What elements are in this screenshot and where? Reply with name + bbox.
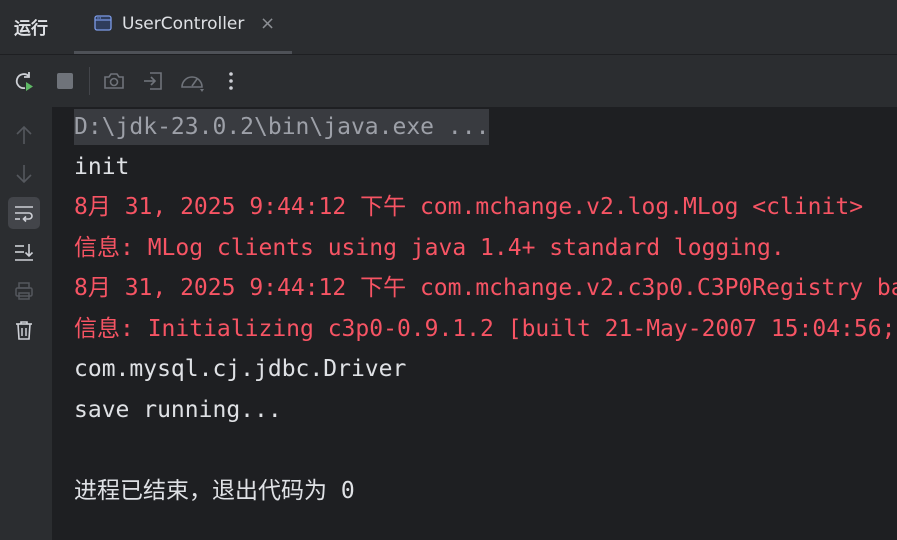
soft-wrap-icon[interactable] [8,197,40,229]
tab-selected-indicator [74,51,292,54]
close-icon[interactable]: × [260,13,275,34]
gauge-icon[interactable] [178,67,206,95]
arrow-down-icon[interactable] [8,158,40,190]
restore-layout-icon[interactable] [139,67,167,95]
print-icon[interactable] [8,275,40,307]
camera-icon[interactable] [100,67,128,95]
console-error-line: 信息: Initializing c3p0-0.9.1.2 [built 21-… [74,316,896,342]
console-command-line[interactable]: D:\jdk-23.0.2\bin\java.exe ... [74,109,490,145]
scroll-to-end-icon[interactable] [8,236,40,268]
console-error-line: 8月 31, 2025 9:44:12 下午 com.mchange.v2.c3… [74,275,897,301]
console-output[interactable]: D:\jdk-23.0.2\bin\java.exe ... init 8月 3… [52,107,897,540]
console-error-line: 信息: MLog clients using java 1.4+ standar… [74,235,785,261]
arrow-up-icon[interactable] [8,119,40,151]
application-window-icon [94,15,112,31]
stop-icon[interactable] [51,67,79,95]
run-tool-window-title: 运行 [14,19,48,39]
console-line: com.mysql.cj.jdbc.Driver [74,356,407,382]
more-icon[interactable] [217,67,245,95]
console-side-toolbar [0,107,52,540]
tab-usercontroller[interactable]: UserController × [74,0,292,54]
toolbar-divider [89,67,90,95]
console-line: save running... [74,397,282,423]
console-line: init [74,154,130,180]
console-error-line: 8月 31, 2025 9:44:12 下午 com.mchange.v2.lo… [74,194,864,220]
run-tool-window-header: 运行 UserController × [0,0,897,55]
tab-label: UserController [122,14,245,34]
rerun-icon[interactable] [10,67,38,95]
trash-icon[interactable] [8,314,40,346]
run-toolbar [0,55,897,107]
console-exit-line: 进程已结束，退出代码为 0 [74,478,355,504]
